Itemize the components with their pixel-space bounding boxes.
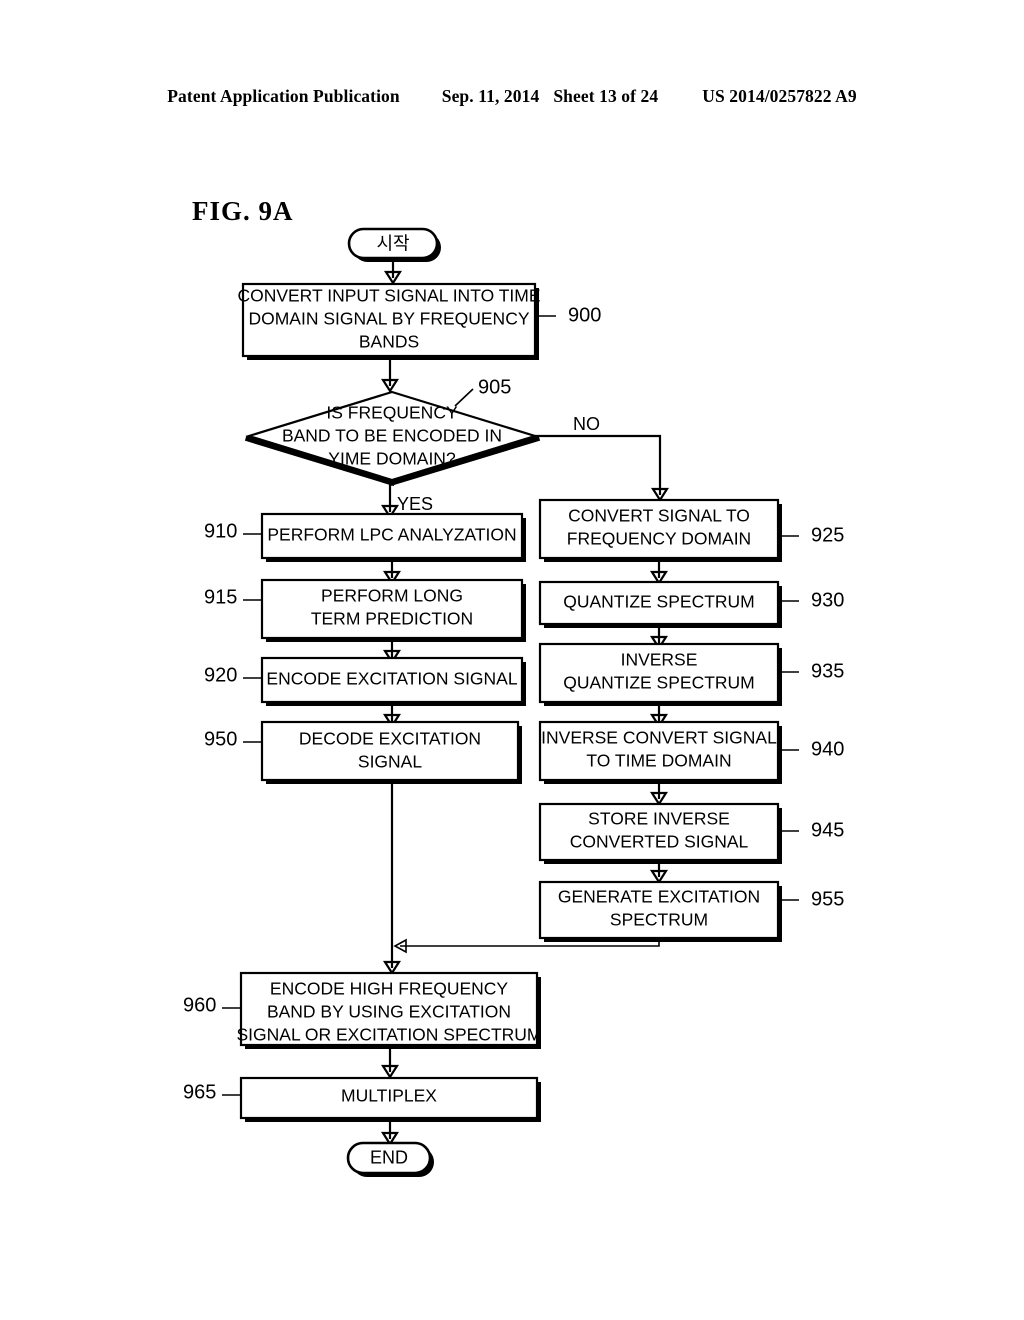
flow-node-920-line-0: ENCODE EXCITATION SIGNAL bbox=[266, 669, 517, 689]
flow-node-900-line-2: BANDS bbox=[359, 332, 419, 352]
flow-ref-905: 905 bbox=[478, 376, 511, 398]
flow-node-930-line-0: QUANTIZE SPECTRUM bbox=[563, 592, 755, 612]
flow-node-935: INVERSE QUANTIZE SPECTRUM bbox=[538, 642, 782, 706]
flow-ref-910: 910 bbox=[204, 520, 237, 542]
flow-ref-925: 925 bbox=[811, 524, 844, 546]
flow-node-925-line-1: FREQUENCY DOMAIN bbox=[567, 529, 751, 549]
flow-node-955-line-1: SPECTRUM bbox=[610, 910, 708, 930]
flow-ref-950: 950 bbox=[204, 728, 237, 750]
flow-node-915-line-1: TERM PREDICTION bbox=[311, 609, 473, 629]
flow-node-940-line-0: INVERSE CONVERT SIGNAL bbox=[541, 728, 777, 748]
flow-node-960-line-1: BAND BY USING EXCITATION bbox=[267, 1002, 511, 1022]
flow-ref-960: 960 bbox=[183, 994, 216, 1016]
flow-ref-900: 900 bbox=[568, 304, 601, 326]
flow-node-960: ENCODE HIGH FREQUENCY BAND BY USING EXCI… bbox=[237, 971, 542, 1049]
branch-label-no: NO bbox=[573, 414, 600, 434]
flow-node-start-label: 시작 bbox=[376, 233, 409, 253]
flow-node-925-line-0: CONVERT SIGNAL TO bbox=[568, 506, 750, 526]
flow-ref-940: 940 bbox=[811, 738, 844, 760]
flow-ref-955: 955 bbox=[811, 888, 844, 910]
flow-node-955-line-0: GENERATE EXCITATION bbox=[558, 887, 760, 907]
flow-node-965: MULTIPLEX bbox=[239, 1076, 541, 1122]
flow-node-960-line-0: ENCODE HIGH FREQUENCY bbox=[270, 979, 509, 999]
flow-ref-945: 945 bbox=[811, 819, 844, 841]
flow-node-955: GENERATE EXCITATION SPECTRUM bbox=[538, 880, 782, 942]
connector-905-no bbox=[535, 434, 662, 495]
flow-node-945: STORE INVERSE CONVERTED SIGNAL bbox=[538, 802, 782, 864]
flow-node-start: 시작 bbox=[347, 227, 441, 262]
flow-node-950-line-1: SIGNAL bbox=[358, 752, 422, 772]
flow-node-900-line-1: DOMAIN SIGNAL BY FREQUENCY bbox=[248, 309, 529, 329]
leader-905 bbox=[454, 388, 474, 407]
flow-node-940-line-1: TO TIME DOMAIN bbox=[586, 751, 731, 771]
flow-ref-920: 920 bbox=[204, 664, 237, 686]
flow-node-960-line-2: SIGNAL OR EXCITATION SPECTRUM bbox=[237, 1025, 542, 1045]
flow-node-905-line-1: BAND TO BE ENCODED IN bbox=[282, 426, 502, 446]
flow-ref-935: 935 bbox=[811, 660, 844, 682]
flow-node-910-line-0: PERFORM LPC ANALYZATION bbox=[267, 525, 516, 545]
flow-node-910: PERFORM LPC ANALYZATION bbox=[260, 512, 526, 562]
flow-ref-915: 915 bbox=[204, 586, 237, 608]
flow-node-945-line-0: STORE INVERSE bbox=[588, 809, 730, 829]
flow-node-950-line-0: DECODE EXCITATION bbox=[299, 729, 481, 749]
branch-label-yes: YES bbox=[397, 494, 433, 514]
flow-node-920: ENCODE EXCITATION SIGNAL bbox=[260, 656, 526, 706]
flow-node-965-line-0: MULTIPLEX bbox=[341, 1086, 437, 1106]
flow-node-900: CONVERT INPUT SIGNAL INTO TIME DOMAIN SI… bbox=[237, 282, 541, 360]
flow-node-915: PERFORM LONG TERM PREDICTION bbox=[260, 578, 526, 642]
flow-node-930: QUANTIZE SPECTRUM bbox=[538, 580, 782, 628]
flow-node-945-line-1: CONVERTED SIGNAL bbox=[570, 832, 749, 852]
flow-ref-930: 930 bbox=[811, 589, 844, 611]
flow-node-940: INVERSE CONVERT SIGNAL TO TIME DOMAIN bbox=[538, 720, 782, 784]
flow-node-end-label: END bbox=[370, 1147, 408, 1167]
flow-node-950: DECODE EXCITATION SIGNAL bbox=[260, 720, 522, 784]
flow-node-925: CONVERT SIGNAL TO FREQUENCY DOMAIN bbox=[538, 498, 782, 562]
flow-node-935-line-0: INVERSE bbox=[621, 650, 698, 670]
flow-node-905-line-0: IS FREQUENCY bbox=[326, 403, 458, 423]
flow-node-905-line-2: YIME DOMAIN? bbox=[328, 449, 456, 469]
flow-ref-965: 965 bbox=[183, 1081, 216, 1103]
flowchart-diagram: 시작 CONVERT INPUT SIGNAL INTO TIME DOMAIN… bbox=[183, 227, 844, 1177]
flow-node-935-line-1: QUANTIZE SPECTRUM bbox=[563, 673, 755, 693]
flow-node-905: IS FREQUENCY BAND TO BE ENCODED IN YIME … bbox=[244, 390, 541, 487]
flow-node-915-line-0: PERFORM LONG bbox=[321, 586, 463, 606]
flow-node-900-line-0: CONVERT INPUT SIGNAL INTO TIME bbox=[237, 286, 540, 306]
flow-node-end: END bbox=[346, 1141, 434, 1177]
